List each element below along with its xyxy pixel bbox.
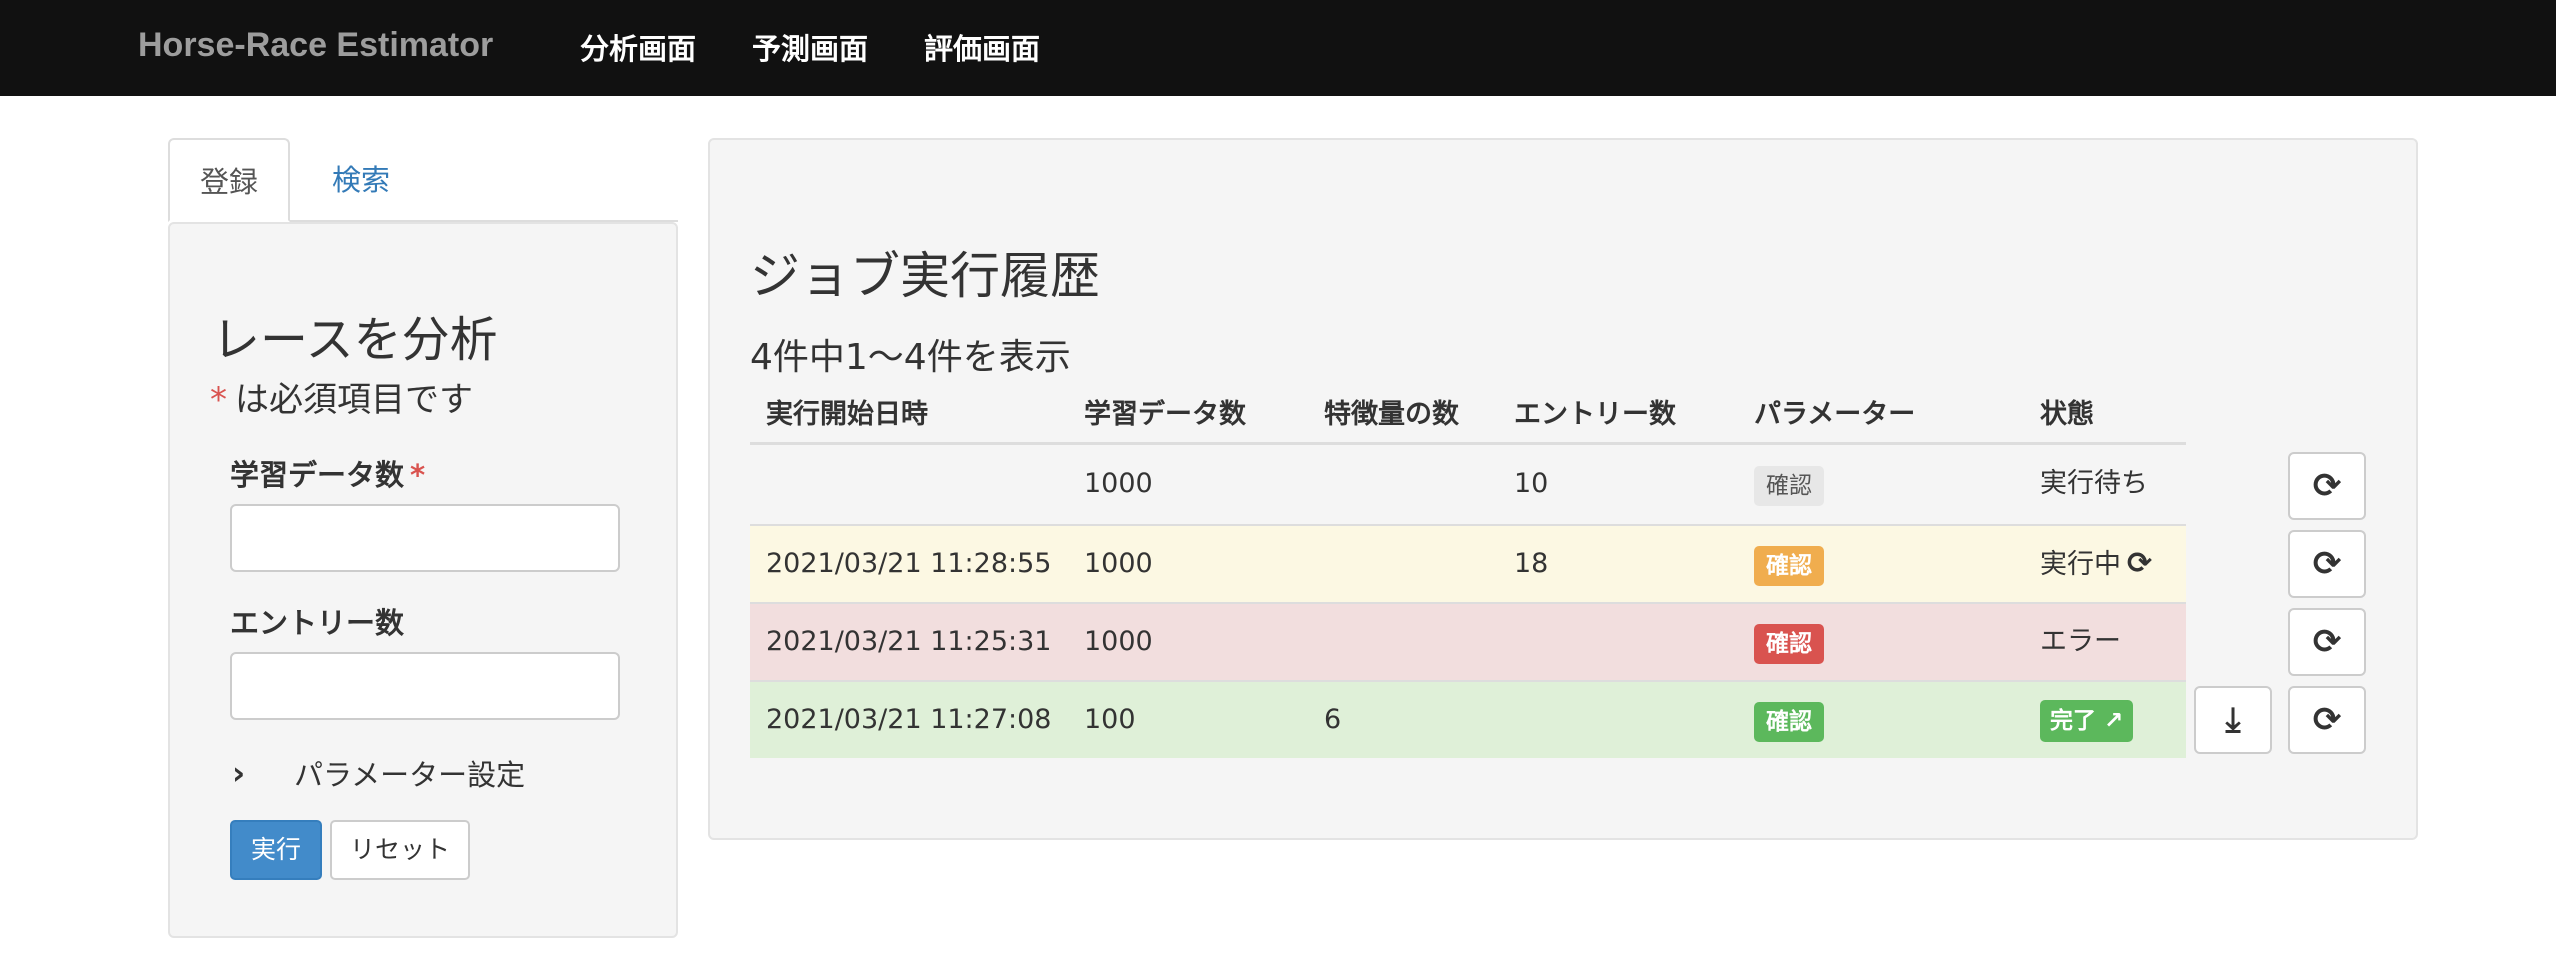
status-cell: 実行中 ⟳: [2040, 526, 2152, 602]
reload-icon: ⟳: [2312, 466, 2342, 506]
run-button[interactable]: 実行: [230, 820, 322, 880]
header-entry-count: エントリー数: [1514, 399, 1676, 430]
reload-icon: ⟳: [2312, 622, 2342, 662]
app-brand[interactable]: Horse-Race Estimator: [138, 26, 493, 65]
train-count-cell: 100: [1084, 704, 1136, 735]
reset-button[interactable]: リセット: [330, 820, 470, 880]
rerun-button[interactable]: ⟳: [2288, 530, 2366, 598]
train-count-label: 学習データ数 *: [230, 452, 425, 494]
required-star: *: [210, 380, 227, 420]
header-start-time: 実行開始日時: [766, 399, 928, 430]
form-tabs: 登録 検索: [168, 138, 678, 222]
required-note-text: は必須項目です: [235, 380, 473, 420]
job-history-panel: ジョブ実行履歴 4件中1〜4件を表示 実行開始日時 学習データ数 特徴量の数 エ…: [708, 138, 2418, 840]
header-status: 状態: [2040, 399, 2094, 430]
top-navbar: Horse-Race Estimator 分析画面 予測画面 評価画面: [0, 0, 2556, 96]
header-train-count: 学習データ数: [1084, 399, 1246, 430]
train-count-input[interactable]: [230, 504, 620, 572]
table-header-divider: [750, 442, 2186, 445]
rerun-button[interactable]: ⟳: [2288, 686, 2366, 754]
parameter-confirm-badge[interactable]: 確認: [1754, 546, 1824, 586]
download-button[interactable]: ⤓: [2194, 686, 2272, 754]
refresh-spin-icon: ⟳: [2127, 546, 2153, 581]
entry-count-label: エントリー数: [230, 606, 405, 640]
start-time-cell: 2021/03/21 11:28:55: [766, 548, 1052, 579]
nav-evaluation[interactable]: 評価画面: [924, 26, 1040, 68]
status-text: 実行待ち: [2040, 468, 2148, 499]
chevron-right-icon: ›: [232, 754, 246, 792]
parameter-confirm-badge[interactable]: 確認: [1754, 702, 1824, 742]
train-count-cell: 1000: [1084, 626, 1153, 657]
start-time-cell: 2021/03/21 11:25:31: [766, 626, 1052, 657]
rerun-button[interactable]: ⟳: [2288, 608, 2366, 676]
tab-register[interactable]: 登録: [168, 138, 290, 222]
parameter-settings-label: パラメーター設定: [294, 758, 526, 792]
status-text: エラー: [2040, 626, 2121, 657]
entry-count-cell: 18: [1514, 548, 1549, 579]
required-star: *: [410, 458, 426, 492]
job-count-text: 4件中1〜4件を表示: [750, 337, 1071, 378]
required-note: * は必須項目です: [210, 372, 473, 421]
job-history-title: ジョブ実行履歴: [750, 247, 1100, 305]
feature-count-cell: 6: [1324, 704, 1342, 735]
entry-count-input[interactable]: [230, 652, 620, 720]
train-count-label-text: 学習データ数: [230, 458, 405, 492]
parameter-confirm-badge[interactable]: 確認: [1754, 466, 1824, 506]
table-row: 2021/03/21 11:27:08 100 6 確認 完了 ↗: [750, 680, 2186, 758]
status-text: 完了: [2050, 708, 2096, 734]
table-row: 2021/03/21 11:28:55 1000 18 確認 実行中 ⟳: [750, 524, 2186, 602]
entry-count-cell: 10: [1514, 468, 1549, 499]
nav-analysis[interactable]: 分析画面: [580, 26, 696, 68]
parameter-settings-toggle[interactable]: › パラメーター設定: [232, 752, 525, 794]
train-count-cell: 1000: [1084, 468, 1153, 499]
train-count-cell: 1000: [1084, 548, 1153, 579]
start-time-cell: 2021/03/21 11:27:08: [766, 704, 1052, 735]
analysis-form-panel: レースを分析 * は必須項目です 学習データ数 * エントリー数 › パラメーター設…: [168, 222, 678, 938]
reload-icon: ⟳: [2312, 700, 2342, 740]
form-title: レースを分析: [212, 312, 498, 368]
table-row: 2021/03/21 11:25:31 1000 確認 エラー: [750, 602, 2186, 680]
tab-search[interactable]: 検索: [306, 138, 416, 222]
header-feature-count: 特徴量の数: [1324, 399, 1459, 430]
status-text: 実行中: [2040, 549, 2121, 580]
reload-icon: ⟳: [2312, 544, 2342, 584]
rerun-button[interactable]: ⟳: [2288, 452, 2366, 520]
header-parameter: パラメーター: [1754, 399, 1916, 430]
parameter-confirm-badge[interactable]: 確認: [1754, 624, 1824, 664]
download-icon: ⤓: [2225, 700, 2241, 740]
nav-prediction[interactable]: 予測画面: [752, 26, 868, 68]
external-link-icon: ↗: [2104, 708, 2124, 734]
status-done-link[interactable]: 完了 ↗: [2040, 700, 2134, 742]
table-row: 1000 10 確認 実行待ち: [750, 446, 2186, 524]
